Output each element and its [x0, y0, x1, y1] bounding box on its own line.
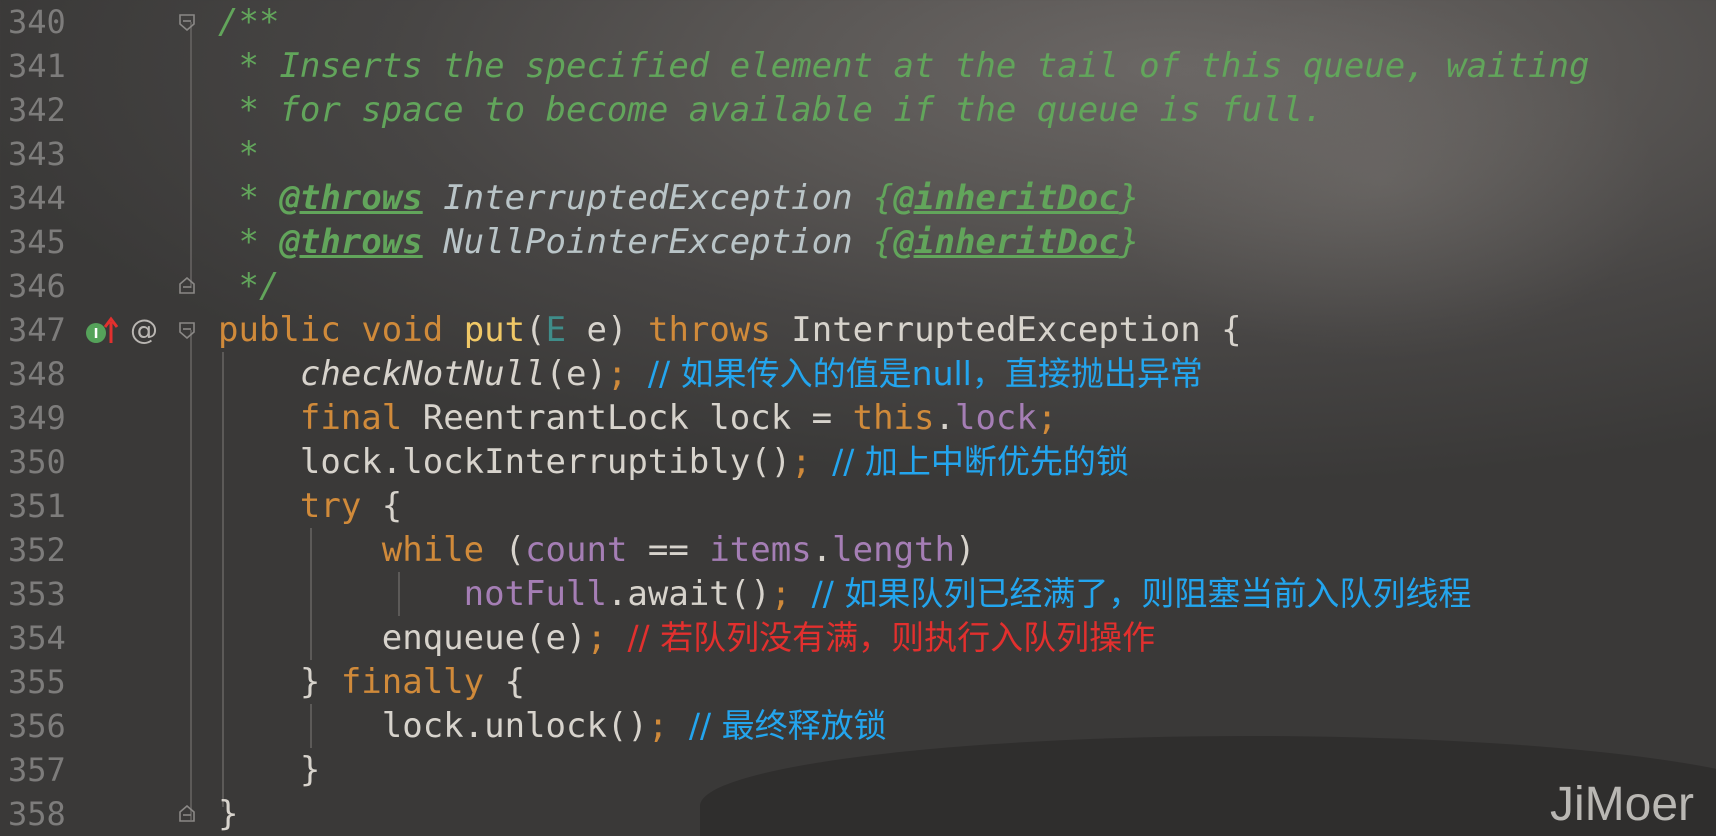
line-number[interactable]: 347: [8, 308, 78, 352]
javadoc-tag: @inheritDoc: [893, 222, 1119, 262]
annotation-comment: // 如果传入的值是null，直接抛出异常: [647, 354, 1203, 393]
javadoc-tag: @inheritDoc: [893, 178, 1119, 218]
line-number[interactable]: 341: [8, 44, 78, 88]
fold-marker-icon[interactable]: [178, 277, 196, 295]
code-line[interactable]: 343 *: [0, 132, 1716, 176]
line-number[interactable]: 345: [8, 220, 78, 264]
code-text: try {: [299, 486, 403, 526]
code-line[interactable]: 356 lock.unlock(); // 最终释放锁: [0, 704, 1716, 748]
line-number[interactable]: 343: [8, 132, 78, 176]
code-text: lock.unlock(); // 最终释放锁: [218, 706, 887, 746]
line-number[interactable]: 357: [8, 748, 78, 792]
implements-method-icon[interactable]: I: [84, 316, 124, 346]
code-line[interactable]: 351 try {: [0, 484, 1716, 528]
line-number[interactable]: 353: [8, 572, 78, 616]
code-line[interactable]: 340 /**: [0, 0, 1716, 44]
code-text: while (count == items.length): [381, 530, 976, 570]
code-line[interactable]: 354 enqueue(e); // 若队列没有满，则执行入队列操作: [0, 616, 1716, 660]
line-number[interactable]: 355: [8, 660, 78, 704]
code-editor[interactable]: 340 /** 341 * Inserts the specified elem…: [0, 0, 1716, 836]
fold-marker-icon[interactable]: [178, 805, 196, 823]
code-line[interactable]: 358 }: [0, 792, 1716, 836]
line-number[interactable]: 346: [8, 264, 78, 308]
code-line[interactable]: 346 */: [0, 264, 1716, 308]
annotation-at-icon[interactable]: @: [128, 314, 160, 346]
line-number[interactable]: 352: [8, 528, 78, 572]
code-text: * @throws NullPointerException {@inherit…: [218, 222, 1140, 262]
code-text: enqueue(e); // 若队列没有满，则执行入队列操作: [218, 618, 1156, 658]
code-text: public void put(E e) throws InterruptedE…: [218, 310, 1242, 350]
code-text: checkNotNull(e); // 如果传入的值是null，直接抛出异常: [299, 354, 1203, 394]
line-number[interactable]: 351: [8, 484, 78, 528]
watermark: JiMoer: [1549, 778, 1694, 831]
code-text: * for space to become available if the q…: [218, 90, 1324, 130]
javadoc-tag: @throws: [279, 178, 423, 218]
annotation-comment: // 加上中断优先的锁: [832, 442, 1129, 481]
code-text: final ReentrantLock lock = this.lock;: [299, 398, 1058, 438]
code-text: * Inserts the specified element at the t…: [218, 46, 1590, 86]
code-line[interactable]: 352 while (count == items.length): [0, 528, 1716, 572]
line-number[interactable]: 354: [8, 616, 78, 660]
line-number[interactable]: 340: [8, 0, 78, 44]
line-number[interactable]: 356: [8, 704, 78, 748]
line-number[interactable]: 349: [8, 396, 78, 440]
code-line[interactable]: 341 * Inserts the specified element at t…: [0, 44, 1716, 88]
code-line[interactable]: 342 * for space to become available if t…: [0, 88, 1716, 132]
fold-marker-icon[interactable]: [178, 321, 196, 339]
code-text: } finally {: [218, 662, 526, 702]
line-number[interactable]: 358: [8, 792, 78, 836]
code-text: /**: [218, 2, 280, 42]
code-text: * @throws InterruptedException {@inherit…: [218, 178, 1140, 218]
code-line[interactable]: 353 notFull.await(); // 如果队列已经满了，则阻塞当前入队…: [0, 572, 1716, 616]
code-line[interactable]: 350 lock.lockInterruptibly(); // 加上中断优先的…: [0, 440, 1716, 484]
code-line[interactable]: 357 }: [0, 748, 1716, 792]
annotation-comment: // 如果队列已经满了，则阻塞当前入队列线程: [811, 574, 1472, 613]
code-line[interactable]: 349 final ReentrantLock lock = this.lock…: [0, 396, 1716, 440]
code-text: notFull.await(); // 如果队列已经满了，则阻塞当前入队列线程: [463, 574, 1472, 614]
annotation-comment: // 最终释放锁: [688, 706, 887, 745]
line-number[interactable]: 342: [8, 88, 78, 132]
code-line[interactable]: 345 * @throws NullPointerException {@inh…: [0, 220, 1716, 264]
code-line[interactable]: 344 * @throws InterruptedException {@inh…: [0, 176, 1716, 220]
annotation-comment: // 若队列没有满，则执行入队列操作: [627, 618, 1156, 657]
code-text: lock.lockInterruptibly(); // 加上中断优先的锁: [218, 442, 1129, 482]
fold-marker-icon[interactable]: [178, 13, 196, 31]
line-number[interactable]: 350: [8, 440, 78, 484]
code-text: }: [218, 794, 239, 834]
javadoc-tag: @throws: [279, 222, 423, 262]
code-line[interactable]: 355 } finally {: [0, 660, 1716, 704]
code-line[interactable]: 347 I @ public void put(E e) throws Inte…: [0, 308, 1716, 352]
code-text: *: [218, 134, 259, 174]
code-text: */: [218, 266, 280, 306]
code-text: }: [218, 750, 321, 790]
code-line[interactable]: 348 checkNotNull(e); // 如果传入的值是null，直接抛出…: [0, 352, 1716, 396]
gutter-icons: I @: [84, 308, 164, 352]
line-number[interactable]: 348: [8, 352, 78, 396]
svg-text:@: @: [130, 314, 158, 346]
line-number[interactable]: 344: [8, 176, 78, 220]
svg-text:I: I: [94, 327, 99, 342]
